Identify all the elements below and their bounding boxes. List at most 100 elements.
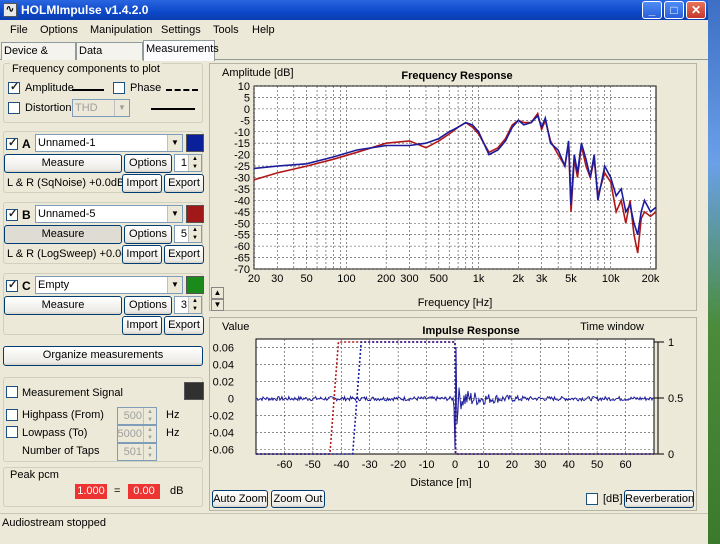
x-tick-label: 50 [591, 459, 603, 471]
measurement-c-letter: C [22, 279, 31, 293]
lowpass-checkbox[interactable] [6, 426, 18, 438]
y-tick-label: -50 [234, 218, 250, 230]
x-tick-label: -30 [362, 459, 378, 471]
lowpass-stepper[interactable]: 5000 ▲ ▼ [117, 425, 157, 443]
organize-measurements-button[interactable]: Organize measurements [3, 346, 203, 366]
y-tick-label: -60 [234, 241, 250, 253]
measurement-c-export-button[interactable]: Export [164, 316, 204, 335]
measurement-b-name-select[interactable]: Unnamed-5 ▼ [35, 205, 183, 223]
measurement-a-measure-button[interactable]: Measure [4, 154, 122, 173]
y-axis-label: Value [222, 321, 249, 333]
measurement-a-letter: A [22, 137, 31, 151]
y-tick-label: -15 [234, 138, 250, 150]
y-tick-label: 0.04 [213, 360, 234, 372]
menu-settings[interactable]: Settings [161, 24, 201, 36]
x-tick-label: 60 [619, 459, 631, 471]
taps-stepper[interactable]: 501 ▲ ▼ [117, 443, 157, 461]
measurement-signal-checkbox[interactable] [6, 386, 18, 398]
title-bar[interactable]: ∿ HOLMImpulse v1.4.2.0 _ □ ✕ [0, 0, 708, 20]
measurement-a-name: Unnamed-1 [38, 137, 96, 149]
x-tick-label: 20k [642, 273, 660, 285]
frequency-response-chart[interactable]: 1050-5-10-15-20-25-30-35-40-45-50-55-60-… [210, 64, 696, 310]
impulse-response-chart[interactable]: -60 -50 -40 -30 -20 -10 0 10 20 30 40 50 600.060.040… [209, 318, 696, 489]
x-tick-label: -20 [390, 459, 406, 471]
spin-arrows-icon[interactable]: ▲ ▼ [188, 297, 201, 313]
y-tick-label: 0.02 [213, 377, 234, 389]
measurement-c-color-swatch[interactable] [186, 276, 204, 294]
measurement-b-color-swatch[interactable] [186, 205, 204, 223]
lowpass-unit: Hz [166, 427, 180, 439]
measurement-c-options-button[interactable]: Options [124, 296, 172, 315]
menu-file[interactable]: File [10, 24, 28, 36]
y-tick-label: 5 [244, 92, 250, 104]
highpass-stepper[interactable]: 500 ▲ ▼ [117, 407, 157, 425]
minimize-button[interactable]: _ [642, 1, 662, 19]
measurement-c-import-button[interactable]: Import [122, 316, 162, 335]
amplitude-checkbox[interactable] [8, 80, 20, 94]
measurement-c-count-stepper[interactable]: 3 ▲ ▼ [174, 296, 202, 314]
menu-manipulation[interactable]: Manipulation [90, 24, 152, 36]
y-tick-label: 0.06 [213, 343, 234, 355]
measurement-c-group: C Empty ▼ Measure Options 3 ▲▼ Import Ex… [3, 273, 204, 335]
spin-arrows-icon[interactable]: ▲ ▼ [143, 408, 156, 424]
measurement-a-import-button[interactable]: Import [122, 174, 162, 193]
maximize-button[interactable]: □ [664, 1, 684, 19]
arrow-up-icon[interactable]: ▲ [211, 287, 224, 299]
y-tick-label: -25 [234, 161, 250, 173]
measurement-b-checkbox[interactable] [6, 207, 18, 221]
spin-arrows-icon[interactable]: ▲ ▼ [143, 426, 156, 442]
x-tick-label: 10 [477, 459, 489, 471]
measurement-a-color-swatch[interactable] [186, 134, 204, 152]
lowpass-label: Lowpass (To) [22, 427, 88, 439]
highpass-unit: Hz [166, 409, 180, 421]
measurement-b-options-button[interactable]: Options [124, 225, 172, 244]
arrow-down-icon[interactable]: ▼ [211, 299, 224, 311]
y2-axis-label: Time window [580, 321, 644, 333]
peak-right-value: 0.00 [128, 484, 160, 499]
measurement-a-checkbox[interactable] [6, 136, 18, 150]
spin-arrows-icon[interactable]: ▲ ▼ [188, 155, 201, 171]
measurement-c-name-select[interactable]: Empty ▼ [35, 276, 183, 294]
distortion-select[interactable]: THD ▼ [72, 99, 130, 117]
x-tick-label: 100 [337, 273, 355, 285]
tab-data-analysis[interactable]: Data analysis [76, 42, 143, 73]
measurement-b-import-button[interactable]: Import [122, 245, 162, 264]
tab-bar: Device & Signal Data analysis Measuremen… [0, 40, 708, 73]
measurement-c-measure-button[interactable]: Measure [4, 296, 122, 315]
distortion-checkbox[interactable] [8, 102, 20, 114]
measurement-a-count: 1 [180, 157, 187, 169]
freq-components-group: Frequency components to plot Amplitude P… [3, 63, 203, 123]
phase-label: Phase [130, 82, 162, 94]
highpass-checkbox[interactable] [6, 409, 18, 421]
measurement-signal-label: Measurement Signal [22, 387, 123, 399]
spin-arrows-icon[interactable]: ▲ ▼ [188, 226, 201, 242]
db-label: [dB] [603, 493, 623, 505]
menu-options[interactable]: Options [40, 24, 78, 36]
menu-tools[interactable]: Tools [213, 24, 239, 36]
measurement-b-count-stepper[interactable]: 5 ▲ ▼ [174, 225, 202, 243]
measurement-c-checkbox[interactable] [6, 278, 18, 292]
x-tick-label: -50 [305, 459, 321, 471]
close-button[interactable]: ✕ [686, 1, 706, 19]
menu-help[interactable]: Help [252, 24, 275, 36]
measurement-a-name-select[interactable]: Unnamed-1 ▼ [35, 134, 183, 152]
tab-measurements[interactable]: Measurements [143, 40, 219, 61]
spin-arrows-icon[interactable]: ▲ ▼ [143, 444, 156, 460]
amplitude-line-sample [72, 89, 104, 91]
measurement-a-options-button[interactable]: Options [124, 154, 172, 173]
y-tick-label: -45 [234, 207, 250, 219]
measurement-b-measure-button[interactable]: Measure [4, 225, 122, 244]
measurement-b-export-button[interactable]: Export [164, 245, 204, 264]
tab-device-signal[interactable]: Device & Signal [1, 42, 76, 73]
zoom-out-button[interactable]: Zoom Out [271, 490, 325, 508]
taps-label: Number of Taps [22, 445, 100, 457]
signal-color-swatch[interactable] [184, 382, 204, 400]
db-checkbox[interactable] [586, 493, 598, 505]
measurement-a-export-button[interactable]: Export [164, 174, 204, 193]
phase-checkbox[interactable] [113, 82, 125, 94]
auto-zoom-button[interactable]: Auto Zoom [212, 490, 268, 508]
reverberation-button[interactable]: Reverberation [624, 490, 694, 508]
measurement-b-info: L & R (LogSweep) +0.0dB [7, 248, 135, 260]
peak-left-value: 1.000 [75, 484, 107, 499]
measurement-a-count-stepper[interactable]: 1 ▲ ▼ [174, 154, 202, 172]
